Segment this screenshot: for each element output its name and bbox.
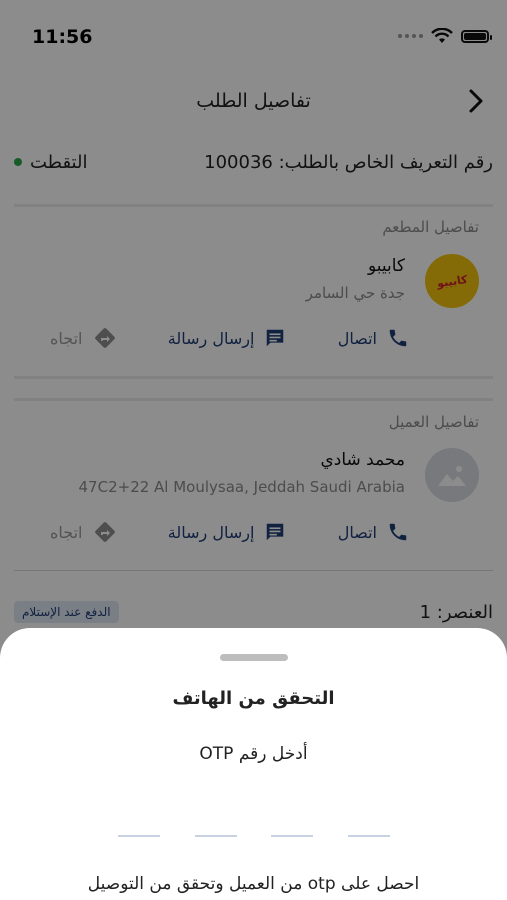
otp-digit-input[interactable] [194,823,237,837]
otp-digit-input[interactable] [271,823,314,837]
otp-digit-input[interactable] [347,823,390,837]
otp-sheet-hint: احصل على otp من العميل وتحقق من التوصيل [87,874,420,894]
otp-sheet-prompt: أدخل رقم OTP [199,744,308,764]
otp-bottom-sheet: التحقق من الهاتف أدخل رقم OTP احصل على o… [0,628,507,900]
otp-input-group [118,823,390,837]
sheet-drag-handle[interactable] [220,654,288,661]
order-details-screen: 11:56 تفاصيل الطلب رقم التعريف الخاص بال… [0,0,507,900]
otp-digit-input[interactable] [118,823,160,837]
otp-sheet-title: التحقق من الهاتف [172,688,335,709]
